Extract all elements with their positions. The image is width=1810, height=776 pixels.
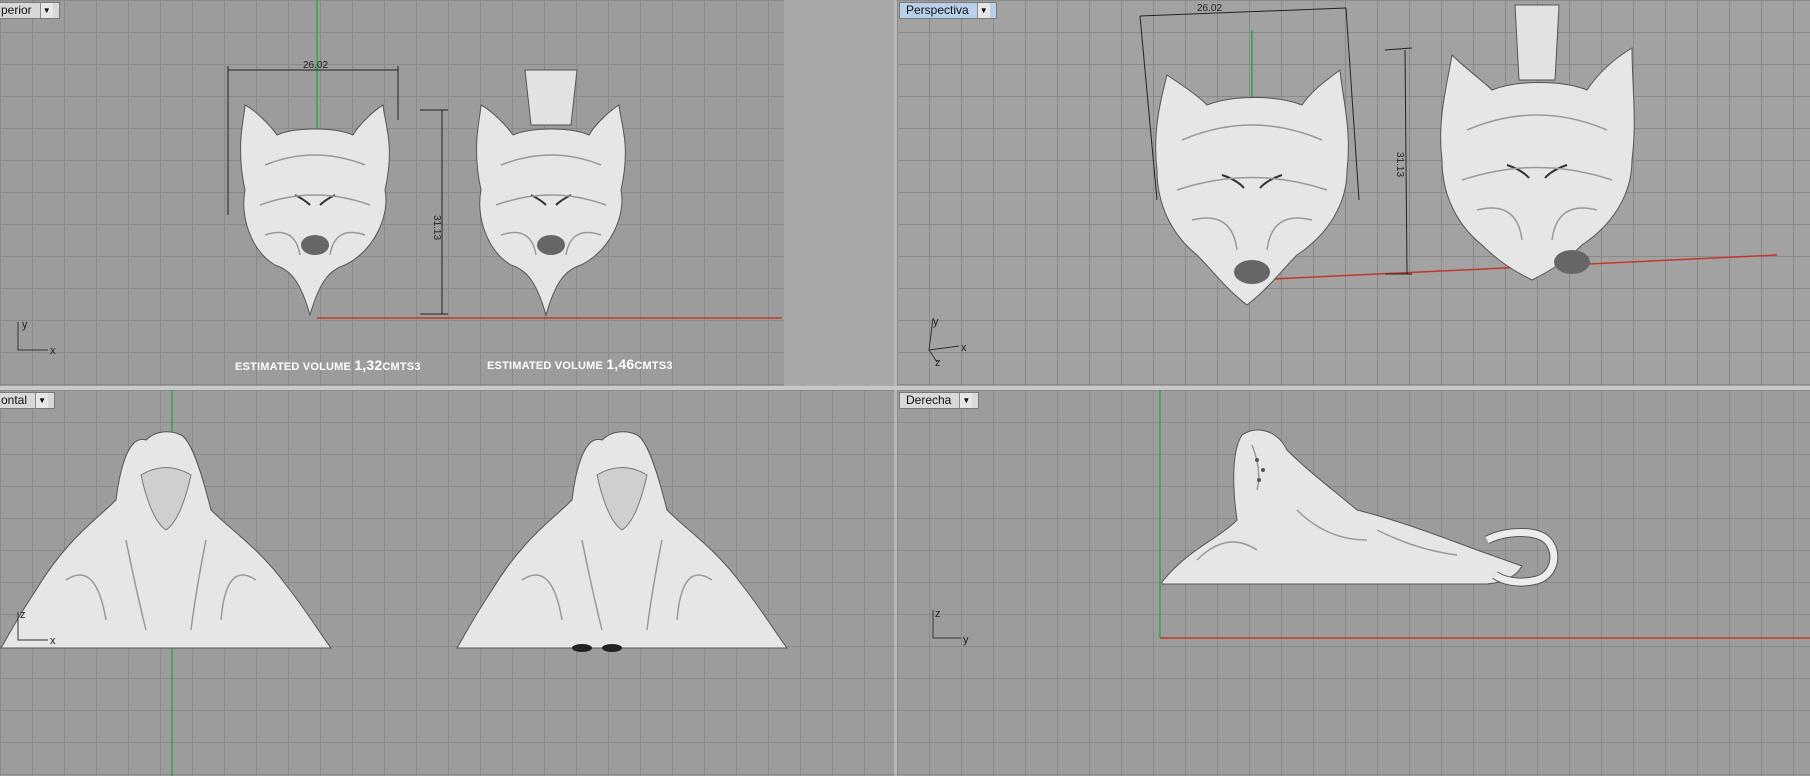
top-view-canvas: y x 26.02 31.13 — [17, 0, 782, 357]
wolf-pendant-model — [1440, 4, 1635, 281]
svg-text:z: z — [935, 357, 941, 369]
wolf-head-model-front — [0, 431, 333, 649]
dimension-width-label: 26.02 — [1197, 3, 1222, 14]
svg-text:z: z — [935, 608, 941, 620]
viewport-divider-horizontal[interactable] — [0, 386, 1810, 390]
viewport-tab-label: perior — [1, 3, 32, 17]
viewport-tab-right[interactable]: Derecha ▼ — [899, 392, 980, 409]
viewport-front[interactable]: z x ontal ▼ — [0, 390, 894, 776]
viewport-tab-label: Derecha — [906, 393, 952, 407]
svg-text:x: x — [50, 345, 56, 357]
dimension-height-label: 31.13 — [1394, 152, 1405, 177]
perspective-view-canvas: y x z 26.02 31.13 — [928, 3, 1778, 369]
svg-text:x: x — [961, 342, 967, 354]
volume-label-left: ESTIMATED VOLUME 1,32CMTS3 — [235, 357, 421, 373]
front-view-canvas: z x — [0, 390, 789, 776]
dimension-height-label: 31.13 — [431, 215, 442, 240]
viewport-tab-top[interactable]: perior ▼ — [0, 2, 60, 19]
volume-label-right: ESTIMATED VOLUME 1,46CMTS3 — [487, 356, 673, 372]
chevron-down-icon[interactable]: ▼ — [35, 393, 49, 408]
wolf-pendant-model — [476, 69, 626, 317]
svg-text:y: y — [963, 634, 969, 646]
viewport-right[interactable]: z y Derecha ▼ — [897, 390, 1810, 776]
chevron-down-icon[interactable]: ▼ — [39, 3, 53, 18]
wolf-head-model — [240, 104, 390, 317]
viewport-perspective[interactable]: y x z 26.02 31.13 Perspectiva ▼ — [897, 0, 1810, 386]
viewport-tab-label: ontal — [1, 393, 28, 407]
svg-text:y: y — [933, 316, 939, 328]
viewport-top[interactable]: y x 26.02 31.13 perior ▼ ESTIMATED VOLUM… — [0, 0, 894, 386]
dimension-width-label: 26.02 — [303, 60, 328, 71]
wolf-pendant-model-front — [456, 431, 789, 652]
chevron-down-icon[interactable]: ▼ — [959, 393, 973, 408]
svg-text:z: z — [20, 609, 26, 621]
svg-text:y: y — [22, 319, 28, 331]
wolf-head-model-side — [1161, 429, 1559, 587]
chevron-down-icon[interactable]: ▼ — [976, 3, 990, 18]
viewport-tab-perspective[interactable]: Perspectiva ▼ — [899, 2, 997, 19]
right-view-canvas: z y — [932, 390, 1810, 646]
viewport-tab-front[interactable]: ontal ▼ — [0, 392, 56, 409]
svg-text:x: x — [50, 635, 56, 647]
wolf-head-model — [1155, 69, 1349, 306]
viewport-tab-label: Perspectiva — [906, 3, 969, 17]
dimension-width-line — [1139, 7, 1347, 17]
